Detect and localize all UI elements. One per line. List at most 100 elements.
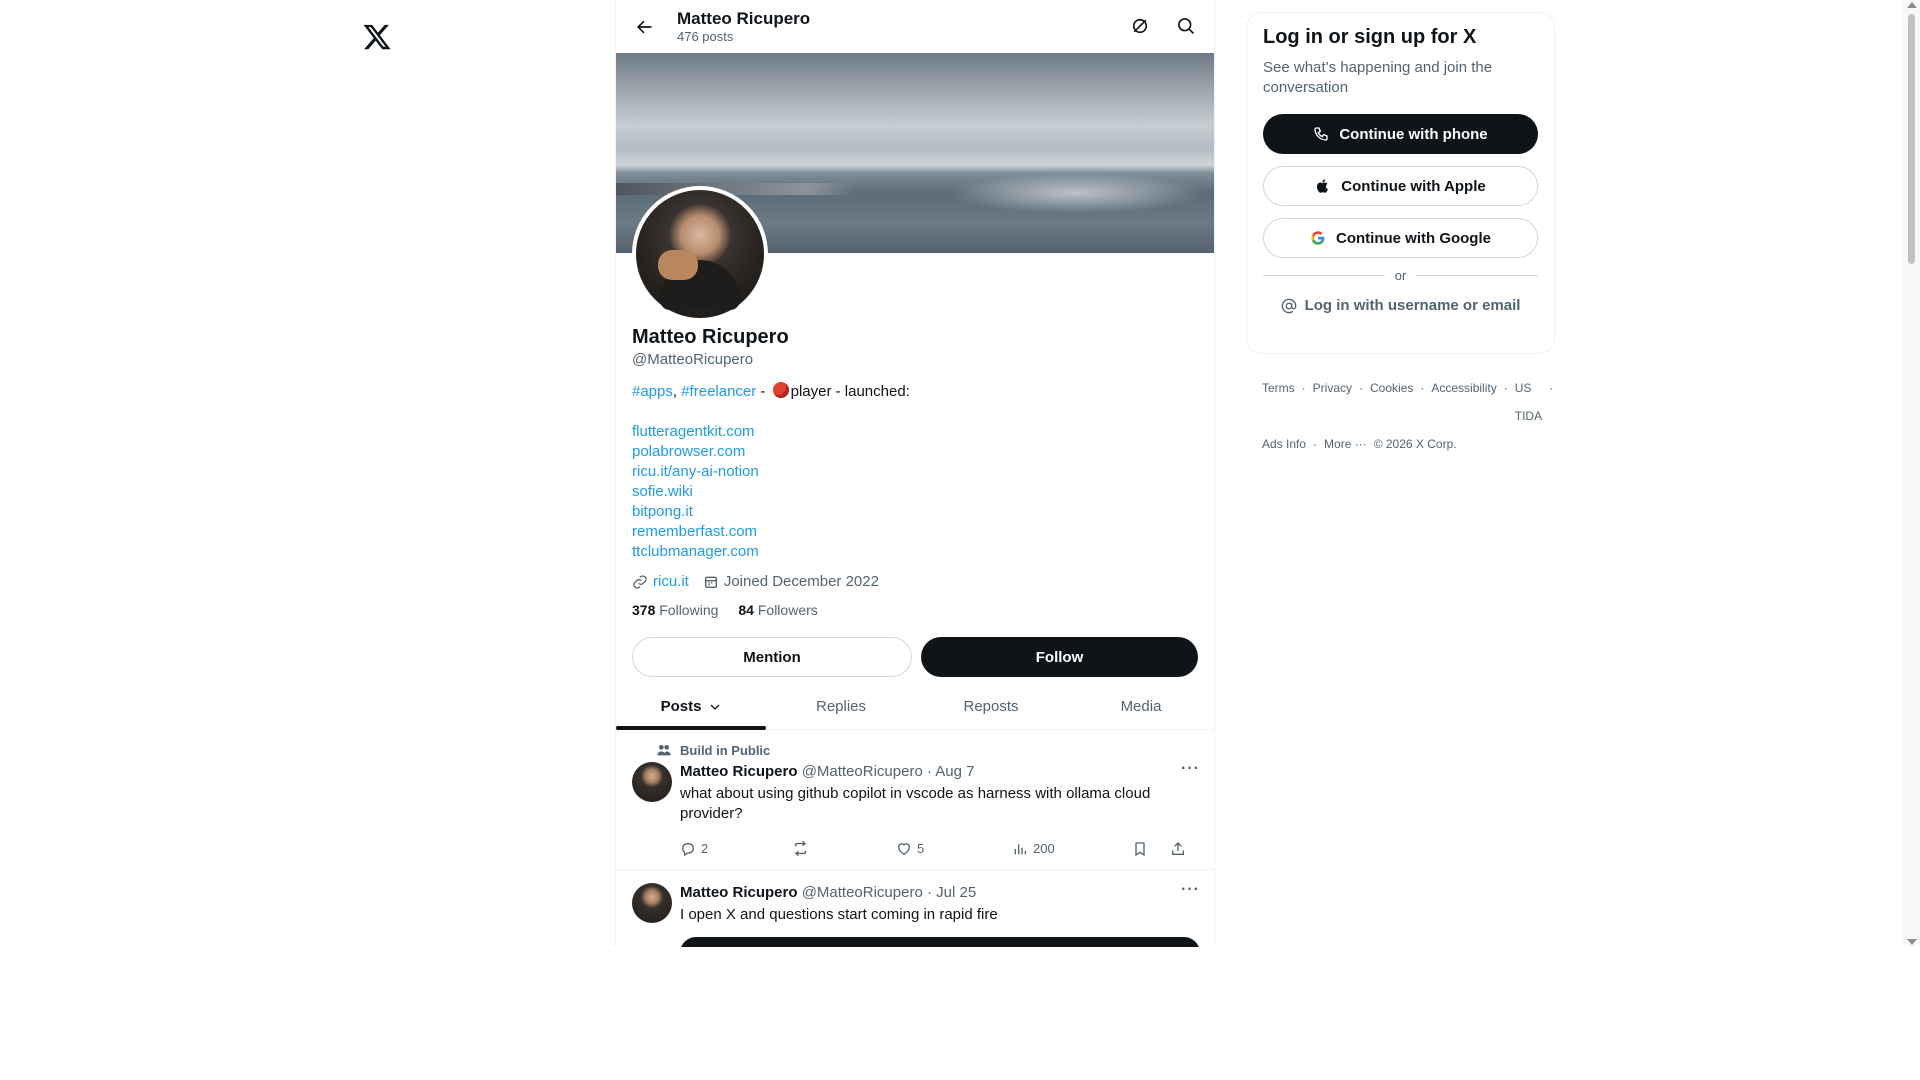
- like-button[interactable]: 5: [896, 841, 1012, 857]
- bio-dash: -: [756, 383, 770, 400]
- scrollbar-thumb[interactable]: [1908, 14, 1915, 264]
- or-divider: or: [1263, 268, 1538, 283]
- avatar[interactable]: [632, 883, 672, 923]
- post-item[interactable]: Build in Public Matteo Ricupero @MatteoR…: [616, 731, 1214, 870]
- arrow-left-icon: [636, 20, 652, 33]
- tab-replies[interactable]: Replies: [766, 684, 916, 729]
- share-icon: [1172, 841, 1184, 855]
- share-button[interactable]: [1170, 841, 1186, 857]
- follow-stats: 378 Following 84 Followers: [632, 602, 1198, 618]
- community-label[interactable]: Build in Public: [656, 742, 1200, 758]
- more-options-icon[interactable]: ···: [1181, 760, 1200, 778]
- profile-actions: Mention Follow: [632, 637, 1198, 677]
- footer-dot: ·: [1549, 381, 1554, 395]
- x-logo-icon[interactable]: [362, 22, 392, 52]
- tab-posts-label: Posts: [660, 698, 702, 715]
- footer-link-us-tida[interactable]: US TIDA: [1515, 374, 1542, 430]
- profile-meta: ricu.it Joined December 2022: [632, 573, 1198, 590]
- footer-link-accessibility[interactable]: Accessibility: [1431, 374, 1496, 430]
- website-link[interactable]: ricu.it: [653, 573, 689, 590]
- hashtag-apps-link[interactable]: #apps: [632, 383, 673, 400]
- search-button[interactable]: [1174, 14, 1198, 38]
- post-media[interactable]: [680, 937, 1200, 947]
- back-button[interactable]: [632, 15, 656, 39]
- bio-links: flutteragentkit.com polabrowser.com ricu…: [632, 422, 1198, 562]
- bio-link[interactable]: sofie.wiki: [632, 482, 1198, 502]
- bio-separator: ,: [672, 383, 682, 400]
- footer-link-ads-info[interactable]: Ads Info: [1262, 430, 1306, 458]
- reply-count: 2: [701, 841, 709, 856]
- scroll-down-arrow-icon[interactable]: [1907, 939, 1917, 945]
- profile-handle: @MatteoRicupero: [632, 351, 754, 368]
- follow-button[interactable]: Follow: [921, 637, 1198, 677]
- bio-link[interactable]: polabrowser.com: [632, 442, 1198, 462]
- bio-link[interactable]: ttclubmanager.com: [632, 542, 1198, 562]
- mention-button[interactable]: Mention: [632, 637, 912, 677]
- main-column: Matteo Ricupero 476 posts Matteo Ricuper…: [615, 0, 1215, 947]
- tab-media[interactable]: Media: [1066, 684, 1214, 729]
- login-subtitle: See what’s happening and join the conver…: [1263, 59, 1493, 96]
- google-icon: [1311, 231, 1325, 245]
- header-post-count: 476 posts: [677, 28, 734, 44]
- at-sign-icon: [1281, 298, 1296, 313]
- chevron-down-icon: [710, 704, 720, 710]
- continue-with-apple-button[interactable]: Continue with Apple: [1263, 166, 1538, 206]
- repost-button[interactable]: [792, 840, 896, 857]
- profile-avatar[interactable]: [632, 186, 768, 322]
- phone-label: Continue with phone: [1339, 125, 1488, 143]
- community-icon: [657, 745, 671, 756]
- profile-tabs: Posts Replies Reposts Media: [616, 684, 1214, 730]
- right-sidebar: Log in or sign up for X See what’s happe…: [1246, 12, 1555, 458]
- profile-header-bar: Matteo Ricupero 476 posts: [616, 0, 1214, 53]
- community-name: Build in Public: [680, 742, 771, 758]
- bio-link[interactable]: flutteragentkit.com: [632, 422, 1198, 442]
- apple-icon: [1317, 179, 1329, 193]
- username-label: Log in with username or email: [1304, 297, 1521, 314]
- views-button[interactable]: 200: [1012, 841, 1132, 857]
- footer-dot: ·: [1313, 437, 1318, 451]
- footer-link-privacy[interactable]: Privacy: [1313, 374, 1352, 430]
- bio-link[interactable]: bitpong.it: [632, 502, 1198, 522]
- footer-dot: ·: [1503, 381, 1508, 395]
- footer-dot: ·: [1301, 381, 1306, 395]
- bio-link[interactable]: rememberfast.com: [632, 522, 1198, 542]
- more-options-icon[interactable]: ···: [1181, 881, 1200, 899]
- avatar[interactable]: [632, 762, 672, 802]
- bookmark-button[interactable]: [1132, 841, 1170, 857]
- footer-dot: ·: [1420, 381, 1425, 395]
- hashtag-freelancer-link[interactable]: #freelancer: [681, 383, 756, 400]
- repost-icon: [794, 840, 807, 857]
- ping-pong-emoji-icon: [772, 382, 789, 398]
- post-actions: 2 5 200: [680, 840, 1200, 857]
- page-scrollbar[interactable]: [1903, 0, 1920, 947]
- reply-button[interactable]: 2: [680, 841, 792, 857]
- tab-posts[interactable]: Posts: [616, 684, 766, 730]
- tab-reposts[interactable]: Reposts: [916, 684, 1066, 729]
- post-item[interactable]: Matteo Ricupero @MatteoRicupero · Jul 25…: [616, 871, 1214, 947]
- followers-link[interactable]: 84 Followers: [738, 602, 817, 618]
- continue-with-google-button[interactable]: Continue with Google: [1263, 218, 1538, 258]
- footer-link-cookies[interactable]: Cookies: [1370, 374, 1413, 430]
- or-label: or: [1394, 268, 1407, 283]
- login-username-button[interactable]: Log in with username or email: [1263, 297, 1538, 314]
- reply-icon: [682, 842, 694, 856]
- login-card: Log in or sign up for X See what’s happe…: [1246, 12, 1555, 354]
- bio-text: player - launched:: [790, 383, 910, 400]
- footer-link-more[interactable]: More ···: [1324, 430, 1367, 458]
- joined-date: Joined December 2022: [723, 573, 879, 590]
- post-text: what about using github copilot in vscod…: [680, 785, 1151, 822]
- following-link[interactable]: 378 Following: [632, 602, 718, 618]
- post-author[interactable]: Matteo Ricupero: [680, 884, 798, 901]
- post-handle-date: @MatteoRicupero · Jul 25: [801, 884, 977, 901]
- bio-link[interactable]: ricu.it/any-ai-notion: [632, 462, 1198, 482]
- header-profile-name: Matteo Ricupero: [677, 8, 811, 28]
- post-handle-date: @MatteoRicupero · Aug 7: [801, 763, 975, 780]
- post-author[interactable]: Matteo Ricupero: [680, 763, 798, 780]
- grok-button[interactable]: [1128, 14, 1152, 38]
- copyright: © 2026 X Corp.: [1373, 437, 1457, 451]
- scroll-up-arrow-icon[interactable]: [1907, 2, 1917, 8]
- footer-link-terms[interactable]: Terms: [1262, 374, 1295, 430]
- like-count: 5: [917, 841, 925, 856]
- profile-name: Matteo Ricupero: [632, 326, 789, 348]
- continue-with-phone-button[interactable]: Continue with phone: [1263, 114, 1538, 154]
